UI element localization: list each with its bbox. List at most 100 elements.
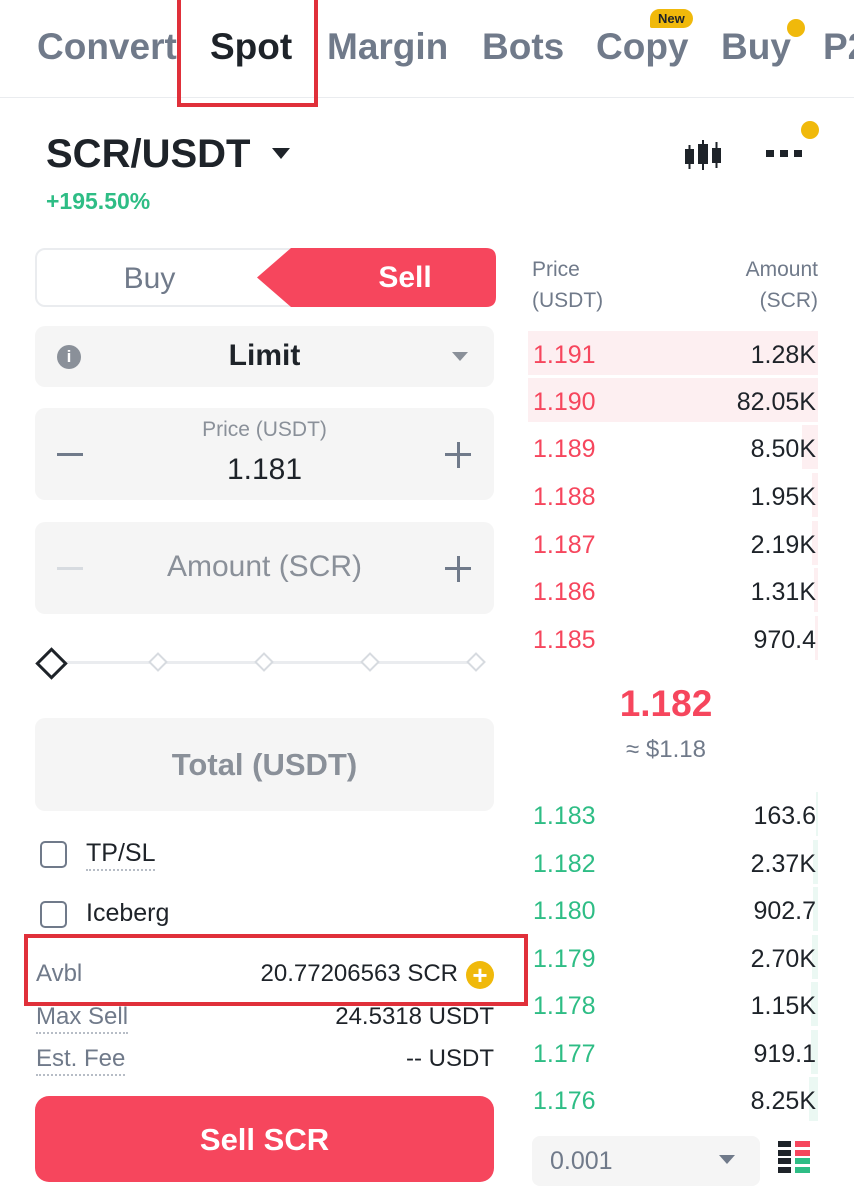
price-caption: Price (USDT) <box>202 418 327 441</box>
amount-header-line2: (SCR) <box>759 289 818 312</box>
precision-select[interactable]: 0.001 <box>532 1136 760 1186</box>
caret-down-icon[interactable] <box>272 148 290 159</box>
ask-row[interactable]: 1.190 82.05K <box>528 378 818 422</box>
ask-amount: 8.50K <box>750 435 816 463</box>
amount-header-line1: Amount <box>745 258 818 281</box>
ask-amount: 1.95K <box>750 483 816 511</box>
order-type-select[interactable]: i Limit <box>35 326 494 387</box>
tab-bots[interactable]: Bots <box>482 26 564 68</box>
ask-amount: 1.28K <box>750 341 816 369</box>
price-change: +195.50% <box>46 188 151 214</box>
max-sell-label[interactable]: Max Sell <box>36 1003 129 1034</box>
ask-row[interactable]: 1.188 1.95K <box>528 473 818 517</box>
tab-p2p[interactable]: P2 <box>823 26 854 68</box>
ask-amount: 2.19K <box>750 531 816 559</box>
slider-node-75[interactable] <box>360 652 380 672</box>
ask-price: 1.187 <box>533 531 596 559</box>
slider-thumb[interactable] <box>35 647 68 680</box>
sell-tab-label: Sell <box>378 261 432 294</box>
bid-row[interactable]: 1.180 902.7 <box>528 887 818 931</box>
market-tabs: Convert Spot Margin Bots Copy New Buy P2 <box>0 0 854 98</box>
ask-price: 1.191 <box>533 341 596 369</box>
orderbook-layout-icon[interactable] <box>778 1141 810 1173</box>
ask-row[interactable]: 1.191 1.28K <box>528 331 818 375</box>
slider-node-25[interactable] <box>148 652 168 672</box>
bid-amount: 2.70K <box>750 945 816 973</box>
tpsl-label[interactable]: TP/SL <box>86 839 156 871</box>
tpsl-checkbox[interactable] <box>40 841 67 868</box>
avbl-highlight <box>24 934 528 1006</box>
ask-row[interactable]: 1.186 1.31K <box>528 568 818 612</box>
slider-node-100[interactable] <box>466 652 486 672</box>
ask-price: 1.185 <box>533 626 596 654</box>
ask-price: 1.188 <box>533 483 596 511</box>
buy-tab[interactable]: Buy <box>37 250 262 305</box>
sell-tab[interactable]: Sell <box>255 248 496 307</box>
bid-price: 1.182 <box>533 850 596 878</box>
last-price-usd: ≈ $1.18 <box>626 736 706 763</box>
price-header-line2: (USDT) <box>532 289 604 312</box>
more-notification-dot <box>801 121 819 139</box>
bid-row[interactable]: 1.179 2.70K <box>528 935 818 979</box>
ask-price: 1.186 <box>533 578 596 606</box>
bid-amount: 2.37K <box>750 850 816 878</box>
bid-price: 1.176 <box>533 1087 596 1115</box>
price-input[interactable]: Price (USDT) 1.181 <box>35 408 494 500</box>
bid-row[interactable]: 1.183 163.6 <box>528 792 818 836</box>
orderbook-price-header: Price (USDT) <box>532 254 603 316</box>
tab-margin[interactable]: Margin <box>327 26 448 68</box>
price-value[interactable]: 1.181 <box>35 453 494 487</box>
tab-convert[interactable]: Convert <box>37 26 177 68</box>
bid-row[interactable]: 1.182 2.37K <box>528 840 818 884</box>
est-fee-row: Est. Fee -- USDT <box>36 1045 494 1076</box>
bid-row[interactable]: 1.178 1.15K <box>528 982 818 1026</box>
amount-input[interactable]: Amount (SCR) <box>35 522 494 614</box>
new-badge: New <box>650 9 693 28</box>
more-options-icon[interactable] <box>766 142 806 162</box>
price-header-line1: Price <box>532 258 580 281</box>
max-sell-row: Max Sell 24.5318 USDT <box>36 1003 494 1034</box>
bid-price: 1.178 <box>533 992 596 1020</box>
minus-icon[interactable] <box>57 567 83 570</box>
bid-price: 1.180 <box>533 897 596 925</box>
amount-placeholder: Amount (SCR) <box>166 550 363 583</box>
est-fee-label[interactable]: Est. Fee <box>36 1045 126 1076</box>
last-price[interactable]: 1.182 <box>528 683 804 725</box>
ask-row[interactable]: 1.187 2.19K <box>528 521 818 565</box>
bid-row[interactable]: 1.177 919.1 <box>528 1030 818 1074</box>
tab-buy[interactable]: Buy <box>721 26 791 68</box>
bid-amount: 1.15K <box>750 992 816 1020</box>
pair-symbol[interactable]: SCR/USDT <box>46 132 250 177</box>
iceberg-label[interactable]: Iceberg <box>86 899 169 928</box>
tab-copy[interactable]: Copy <box>596 26 689 68</box>
max-sell-value: 24.5318 USDT <box>335 1003 494 1030</box>
bid-amount: 902.7 <box>753 897 816 925</box>
caret-down-icon <box>719 1155 735 1164</box>
bid-amount: 919.1 <box>753 1040 816 1068</box>
depth-bar <box>816 792 818 836</box>
minus-icon[interactable] <box>57 453 83 456</box>
candlestick-chart-icon[interactable] <box>682 136 724 176</box>
bid-amount: 163.6 <box>753 802 816 830</box>
bid-row[interactable]: 1.176 8.25K <box>528 1077 818 1121</box>
bid-amount: 8.25K <box>750 1087 816 1115</box>
bid-price: 1.177 <box>533 1040 596 1068</box>
amount-slider[interactable] <box>52 652 486 672</box>
ask-amount: 970.4 <box>753 626 816 654</box>
ask-amount: 82.05K <box>736 388 816 416</box>
buy-sell-toggle: Buy Sell <box>35 248 496 307</box>
ask-price: 1.190 <box>533 388 596 416</box>
bid-price: 1.183 <box>533 802 596 830</box>
caret-down-icon <box>452 352 468 361</box>
ask-row[interactable]: 1.189 8.50K <box>528 425 818 469</box>
ask-row[interactable]: 1.185 970.4 <box>528 616 818 660</box>
plus-icon-vertical <box>456 441 460 468</box>
order-type-label: Limit <box>228 339 301 372</box>
ask-amount: 1.31K <box>750 578 816 606</box>
total-input[interactable]: Total (USDT) <box>35 718 494 811</box>
iceberg-checkbox[interactable] <box>40 901 67 928</box>
slider-node-50[interactable] <box>254 652 274 672</box>
ask-price: 1.189 <box>533 435 596 463</box>
spot-tab-highlight <box>177 0 318 107</box>
sell-submit-button[interactable]: Sell SCR <box>35 1096 494 1182</box>
